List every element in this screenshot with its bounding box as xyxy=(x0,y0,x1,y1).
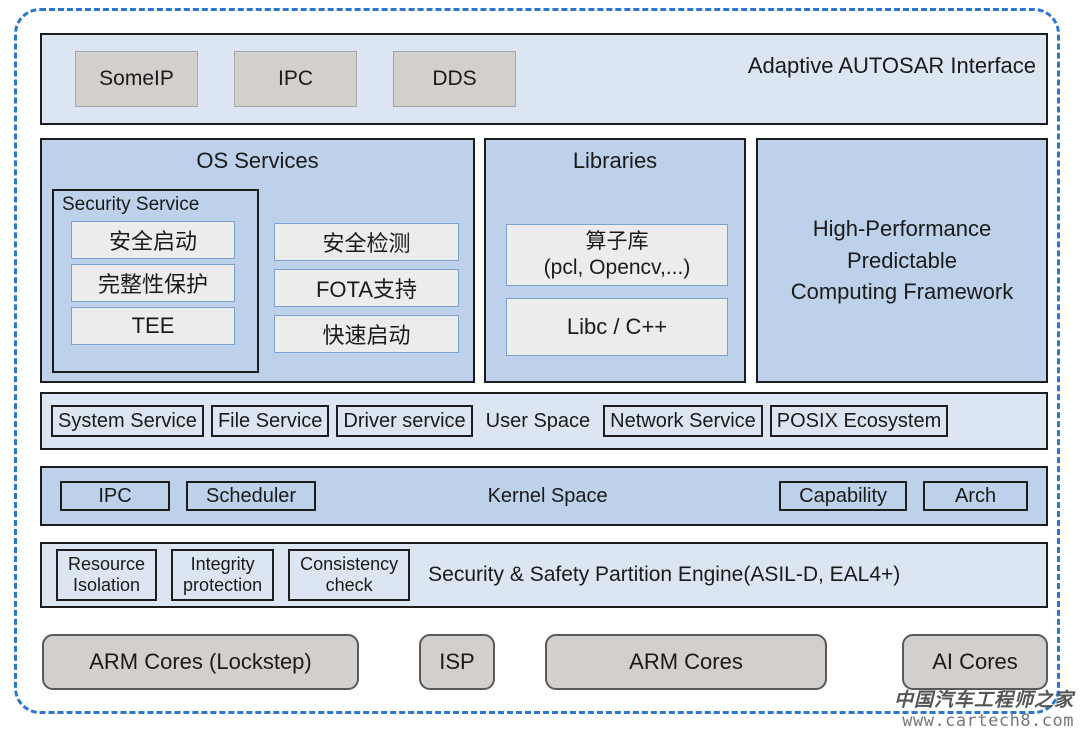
library-item-libc-cpp[interactable]: Libc / C++ xyxy=(506,298,728,356)
library-item-operator-library-line1: 算子库 xyxy=(585,229,649,253)
kernel-box-capability[interactable]: Capability xyxy=(779,481,907,511)
hardware-row: ARM Cores (Lockstep) ISP ARM Cores AI Co… xyxy=(40,634,1048,696)
chip-dds-label: DDS xyxy=(432,67,477,90)
hpc-label-line1: High-Performance xyxy=(812,215,992,241)
user-space-inner: System Service File Service Driver servi… xyxy=(51,405,949,437)
chip-dds[interactable]: DDS xyxy=(393,51,516,107)
user-space-box-posix-ecosystem-label: POSIX Ecosystem xyxy=(776,409,942,432)
user-space-box-driver-service-label: Driver service xyxy=(343,409,466,432)
os-services-panel: OS Services Security Service 安全启动 完整性保护 … xyxy=(40,138,475,383)
security-safety-partition-engine-band: Resource Isolation Integrity protection … xyxy=(40,542,1048,608)
safety-box-resource-isolation-line2: Isolation xyxy=(73,575,141,595)
chip-someip[interactable]: SomeIP xyxy=(75,51,198,107)
safety-inner: Resource Isolation Integrity protection … xyxy=(56,549,900,601)
kernel-space-title: Kernel Space xyxy=(487,484,608,507)
security-item-integrity-protection-label: 完整性保护 xyxy=(97,272,208,297)
safety-box-resource-isolation-line1: Resource xyxy=(68,553,146,574)
security-item-tee[interactable]: TEE xyxy=(71,307,235,345)
watermark-url: www.cartech8.com xyxy=(902,711,1074,731)
kernel-box-scheduler[interactable]: Scheduler xyxy=(186,481,317,511)
libraries-panel: Libraries 算子库 (pcl, Opencv,...) Libc / C… xyxy=(484,138,746,383)
security-service-title: Security Service xyxy=(62,194,200,215)
safety-box-integrity-protection[interactable]: Integrity protection xyxy=(171,549,275,601)
safety-box-resource-isolation[interactable]: Resource Isolation xyxy=(56,549,158,601)
security-item-secure-boot[interactable]: 安全启动 xyxy=(71,221,235,259)
os-item-fast-boot[interactable]: 快速启动 xyxy=(274,315,459,353)
safety-box-integrity-protection-line2: protection xyxy=(183,575,263,595)
safety-band-title: Security & Safety Partition Engine(ASIL-… xyxy=(428,563,901,586)
user-space-box-posix-ecosystem[interactable]: POSIX Ecosystem xyxy=(769,405,949,437)
safety-box-consistency-check[interactable]: Consistency check xyxy=(288,549,411,601)
security-item-secure-boot-label: 安全启动 xyxy=(108,229,197,254)
security-service-group: Security Service 安全启动 完整性保护 TEE xyxy=(52,189,259,373)
user-space-box-system-service[interactable]: System Service xyxy=(51,405,204,437)
security-item-tee-label: TEE xyxy=(131,313,175,338)
os-item-security-detection-label: 安全检测 xyxy=(322,231,411,256)
user-space-box-network-service[interactable]: Network Service xyxy=(603,405,763,437)
hardware-chip-arm-cores[interactable]: ARM Cores xyxy=(545,634,827,690)
kernel-space-inner: IPC Scheduler Kernel Space Capability Ar… xyxy=(42,481,1046,511)
os-item-fast-boot-label: 快速启动 xyxy=(322,323,411,348)
user-space-box-file-service[interactable]: File Service xyxy=(210,405,330,437)
adaptive-autosar-interface-band: SomeIP IPC DDS Adaptive AUTOSAR Interfac… xyxy=(40,33,1048,125)
libraries-title: Libraries xyxy=(572,148,658,173)
os-item-security-detection[interactable]: 安全检测 xyxy=(274,223,459,261)
user-space-box-network-service-label: Network Service xyxy=(610,409,756,432)
autosar-chip-group: SomeIP IPC DDS xyxy=(75,51,516,107)
hardware-chip-arm-cores-label: ARM Cores xyxy=(629,649,743,674)
kernel-space-left-group: IPC Scheduler xyxy=(60,481,317,511)
chip-someip-label: SomeIP xyxy=(99,67,174,90)
hardware-chip-isp[interactable]: ISP xyxy=(419,634,495,690)
hpc-label-line3: Computing Framework xyxy=(790,279,1014,305)
high-performance-computing-framework-panel: High-Performance Predictable Computing F… xyxy=(756,138,1048,383)
hardware-chip-arm-cores-lockstep-label: ARM Cores (Lockstep) xyxy=(89,649,312,674)
chip-ipc-label: IPC xyxy=(277,67,313,90)
kernel-box-capability-label: Capability xyxy=(799,484,887,507)
hardware-chip-ai-cores-label: AI Cores xyxy=(932,649,1018,674)
kernel-box-ipc[interactable]: IPC xyxy=(60,481,170,511)
safety-box-consistency-check-line1: Consistency xyxy=(300,553,399,574)
os-item-fota-support-label: FOTA支持 xyxy=(315,277,418,302)
kernel-box-arch-label: Arch xyxy=(954,484,997,507)
user-space-box-system-service-label: System Service xyxy=(58,409,197,432)
user-space-box-driver-service[interactable]: Driver service xyxy=(336,405,473,437)
kernel-space-right-group: Capability Arch xyxy=(779,481,1028,511)
safety-box-integrity-protection-line1: Integrity xyxy=(190,553,255,574)
kernel-box-scheduler-label: Scheduler xyxy=(206,484,297,507)
library-item-operator-library-line2: (pcl, Opencv,...) xyxy=(543,256,691,279)
watermark: 中国汽车工程师之家 www.cartech8.com xyxy=(894,690,1074,731)
hardware-chip-arm-cores-lockstep[interactable]: ARM Cores (Lockstep) xyxy=(42,634,359,690)
kernel-box-arch[interactable]: Arch xyxy=(923,481,1028,511)
library-item-libc-cpp-label: Libc / C++ xyxy=(566,314,668,339)
hpc-label: High-Performance Predictable Computing F… xyxy=(791,213,1014,309)
chip-ipc[interactable]: IPC xyxy=(234,51,357,107)
os-services-right-column: 安全检测 FOTA支持 快速启动 xyxy=(274,223,459,361)
user-space-band: System Service File Service Driver servi… xyxy=(40,392,1048,450)
security-item-integrity-protection[interactable]: 完整性保护 xyxy=(71,264,235,302)
adaptive-autosar-interface-title: Adaptive AUTOSAR Interface xyxy=(747,53,1036,78)
hardware-chip-ai-cores[interactable]: AI Cores xyxy=(902,634,1048,690)
os-services-title: OS Services xyxy=(196,148,319,173)
hpc-label-line2: Predictable xyxy=(846,247,958,273)
safety-box-consistency-check-line2: check xyxy=(325,575,373,595)
os-item-fota-support[interactable]: FOTA支持 xyxy=(274,269,459,307)
hardware-chip-isp-label: ISP xyxy=(439,649,475,674)
user-space-title: User Space xyxy=(485,409,591,432)
library-item-operator-library[interactable]: 算子库 (pcl, Opencv,...) xyxy=(506,224,728,286)
kernel-box-ipc-label: IPC xyxy=(98,484,132,507)
user-space-box-file-service-label: File Service xyxy=(217,409,323,432)
kernel-space-band: IPC Scheduler Kernel Space Capability Ar… xyxy=(40,466,1048,526)
